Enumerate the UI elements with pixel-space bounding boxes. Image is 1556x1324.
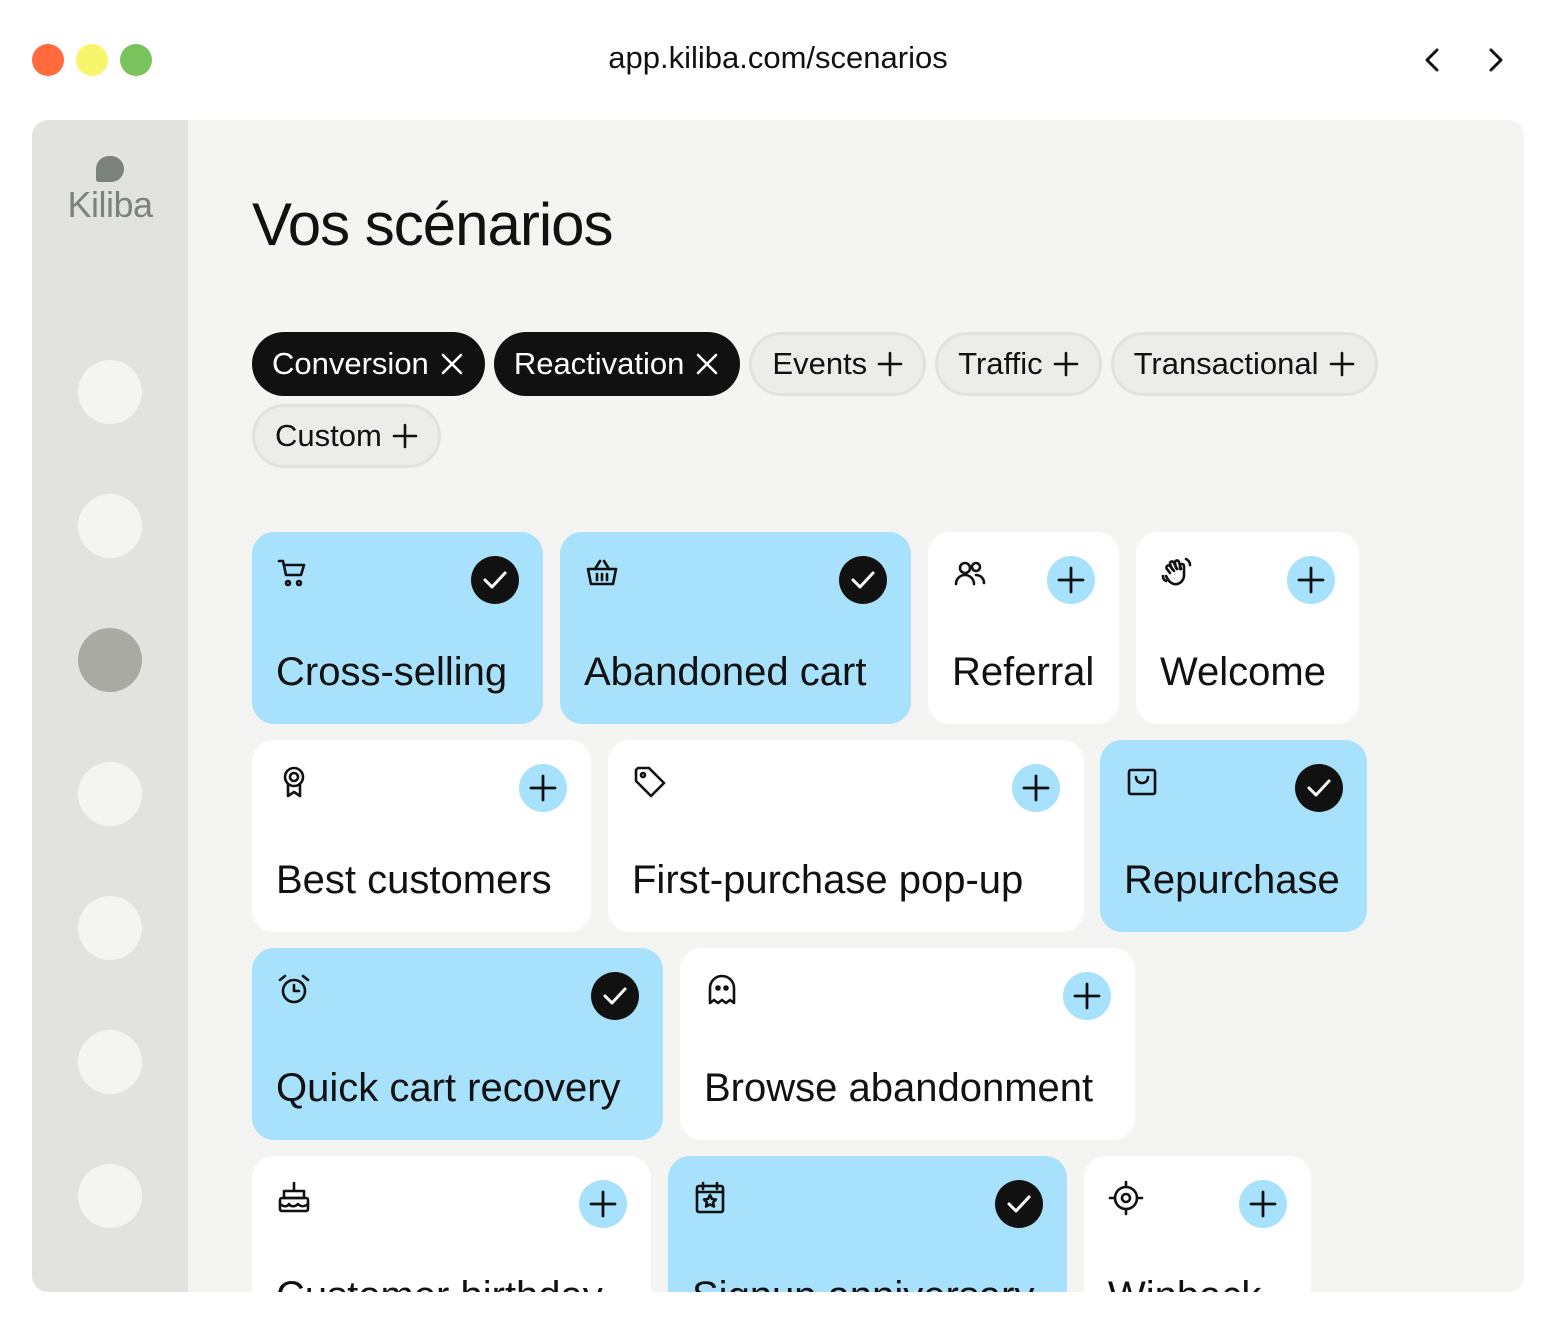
plus-icon — [589, 1190, 617, 1218]
scenario-card-winback[interactable]: Winback — [1084, 1156, 1311, 1292]
filter-chip-label: Events — [772, 346, 868, 381]
back-button[interactable] — [1412, 40, 1452, 80]
logo[interactable]: Kiliba — [32, 156, 188, 226]
plus-icon[interactable] — [1329, 351, 1355, 377]
sidebar-item-3-active[interactable] — [78, 628, 142, 692]
scenario-label: Abandoned cart — [584, 650, 867, 694]
scenario-card-quick-cart-recovery[interactable]: Quick cart recovery — [252, 948, 663, 1140]
plus-icon — [1297, 566, 1325, 594]
scenario-label: Winback — [1108, 1274, 1261, 1292]
scenario-label: Customer birthday — [276, 1274, 603, 1292]
enabled-check-button[interactable] — [471, 556, 519, 604]
enabled-check-button[interactable] — [591, 972, 639, 1020]
scenario-card-abandoned-cart[interactable]: Abandoned cart — [560, 532, 911, 724]
basket-icon — [586, 559, 618, 586]
enabled-check-button[interactable] — [839, 556, 887, 604]
plus-icon[interactable] — [392, 423, 418, 449]
plus-icon — [1022, 774, 1050, 802]
sidebar-item-4[interactable] — [78, 762, 142, 826]
scenario-card-browse-abandonment[interactable]: Browse abandonment — [680, 948, 1135, 1140]
users-icon — [954, 561, 986, 586]
address-bar-url[interactable]: app.kiliba.com/scenarios — [0, 40, 1556, 76]
sidebar: Kiliba — [32, 120, 188, 1292]
filter-chip-label: Transactional — [1133, 346, 1319, 381]
scenario-card-cross-selling[interactable]: Cross-selling — [252, 532, 543, 724]
add-scenario-button[interactable] — [1239, 1180, 1287, 1228]
logo-text: Kiliba — [67, 184, 153, 225]
scenario-card-first-purchase-pop-up[interactable]: First-purchase pop-up — [608, 740, 1084, 932]
scenario-label: Quick cart recovery — [276, 1066, 621, 1110]
close-icon[interactable] — [694, 351, 720, 377]
alarm-clock-icon — [278, 974, 310, 1004]
scenario-card-welcome[interactable]: Welcome — [1136, 532, 1359, 724]
scenario-label: First-purchase pop-up — [632, 858, 1024, 902]
target-icon — [1108, 1180, 1144, 1216]
check-icon — [1007, 1195, 1031, 1213]
add-scenario-button[interactable] — [579, 1180, 627, 1228]
filter-chip-conversion[interactable]: Conversion — [252, 332, 485, 396]
sidebar-item-2[interactable] — [78, 494, 142, 558]
check-icon — [483, 571, 507, 589]
award-icon — [283, 766, 305, 798]
ghost-icon — [708, 974, 736, 1005]
add-scenario-button[interactable] — [1047, 556, 1095, 604]
scenario-card-repurchase[interactable]: Repurchase — [1100, 740, 1367, 932]
chevron-right-icon — [1489, 48, 1503, 72]
scenario-label: Signup anniversary — [692, 1274, 1034, 1292]
check-icon — [603, 987, 627, 1005]
app-window: Kiliba Vos scénarios Conversion Reactivat… — [32, 120, 1524, 1292]
forward-button[interactable] — [1476, 40, 1516, 80]
filter-chip-label: Custom — [275, 418, 382, 453]
scenario-label: Browse abandonment — [704, 1066, 1094, 1110]
scenario-label: Best customers — [276, 858, 552, 902]
scenario-label: Cross-selling — [276, 650, 508, 694]
sidebar-item-5[interactable] — [78, 896, 142, 960]
waving-hand-icon — [1161, 557, 1192, 586]
filter-chip-custom[interactable]: Custom — [252, 404, 441, 468]
main-content: Vos scénarios Conversion Reactivation Even… — [252, 120, 1524, 1292]
plus-icon — [1057, 566, 1085, 594]
filter-chip-reactivation[interactable]: Reactivation — [493, 332, 741, 396]
chevron-left-icon — [1425, 48, 1439, 72]
scenario-label: Referral — [952, 650, 1095, 694]
filter-chip-label: Traffic — [958, 346, 1043, 381]
plus-icon — [1073, 982, 1101, 1010]
enabled-check-button[interactable] — [995, 1180, 1043, 1228]
check-icon — [1307, 779, 1331, 797]
add-scenario-button[interactable] — [1287, 556, 1335, 604]
shopping-cart-icon — [277, 559, 306, 587]
check-icon — [851, 571, 875, 589]
add-scenario-button[interactable] — [1012, 764, 1060, 812]
plus-icon[interactable] — [1053, 351, 1079, 377]
plus-icon — [1249, 1190, 1277, 1218]
sidebar-item-7[interactable] — [78, 1164, 142, 1228]
filter-chips: Conversion Reactivation Events Traffic Trans… — [252, 332, 1462, 468]
filter-chip-traffic[interactable]: Traffic — [935, 332, 1102, 396]
plus-icon — [529, 774, 557, 802]
filter-chip-transactional[interactable]: Transactional — [1110, 332, 1378, 396]
enabled-check-button[interactable] — [1295, 764, 1343, 812]
add-scenario-button[interactable] — [519, 764, 567, 812]
scenario-label: Repurchase — [1124, 858, 1340, 902]
calendar-star-icon — [695, 1181, 725, 1214]
scenario-card-best-customers[interactable]: Best customers — [252, 740, 591, 932]
shopping-bag-icon — [1127, 768, 1157, 796]
tag-icon — [634, 766, 666, 798]
scenario-card-referral[interactable]: Referral — [928, 532, 1119, 724]
cake-icon — [278, 1181, 310, 1213]
scenario-card-signup-anniversary[interactable]: Signup anniversary — [668, 1156, 1067, 1292]
page-title: Vos scénarios — [252, 191, 614, 258]
close-icon[interactable] — [439, 351, 465, 377]
filter-chip-label: Reactivation — [513, 346, 685, 381]
add-scenario-button[interactable] — [1063, 972, 1111, 1020]
sidebar-item-6[interactable] — [78, 1030, 142, 1094]
filter-chip-events[interactable]: Events — [749, 332, 927, 396]
plus-icon[interactable] — [877, 351, 903, 377]
scenario-label: Welcome — [1160, 650, 1326, 694]
sidebar-item-1[interactable] — [78, 360, 142, 424]
logo-mark-icon — [96, 156, 124, 182]
browser-chrome: app.kiliba.com/scenarios — [0, 0, 1556, 120]
scenario-card-customer-birthday[interactable]: Customer birthday — [252, 1156, 651, 1292]
filter-chip-label: Conversion — [272, 346, 429, 381]
